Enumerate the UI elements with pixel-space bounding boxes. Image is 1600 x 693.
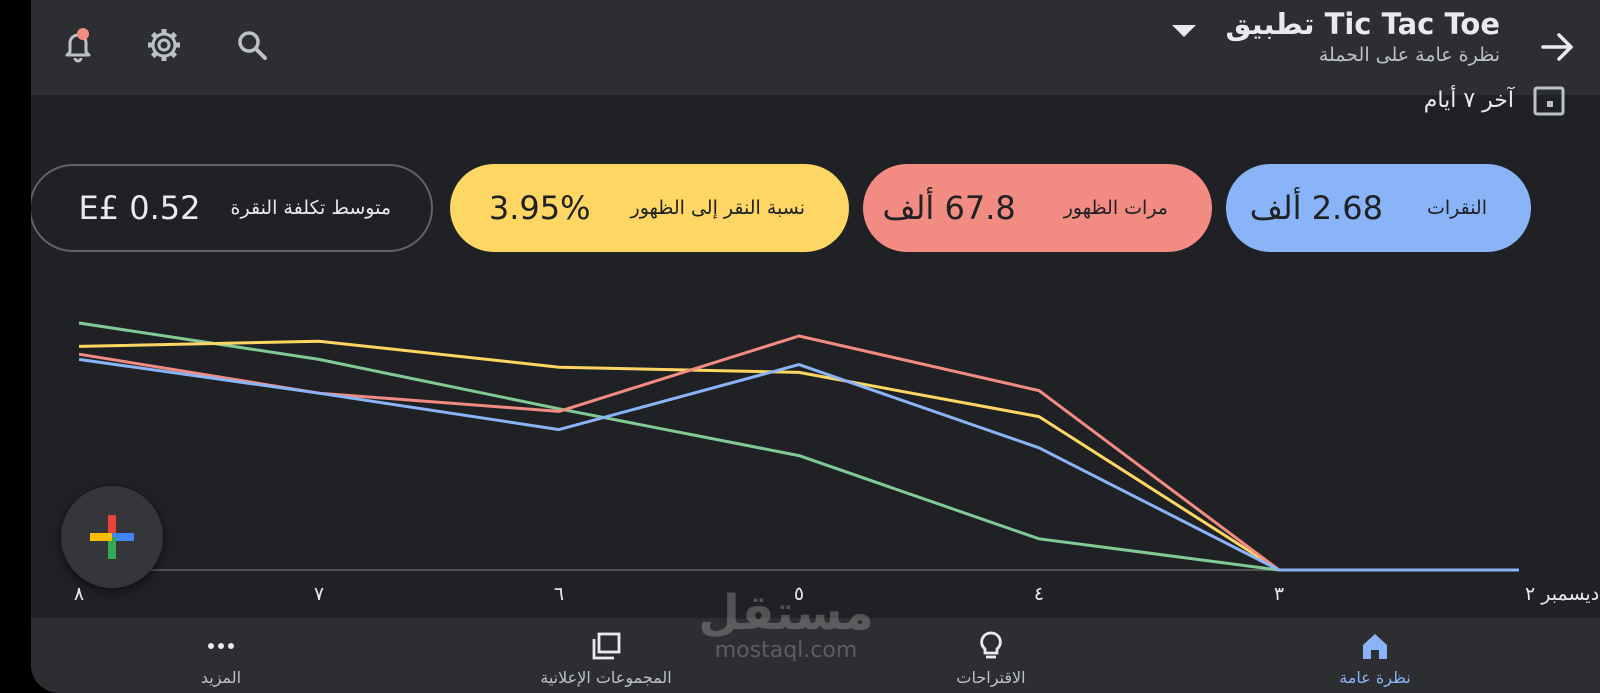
kpi-label: النقرات [1426,197,1487,219]
nav-more[interactable]: المزيد [121,618,321,693]
notification-badge [77,28,89,40]
gear-icon [148,29,180,61]
collections-icon [592,632,621,660]
caret-down-icon [1172,25,1196,37]
nav-label: نظرة عامة [1339,668,1411,687]
x-tick-label: ٧ [314,583,324,605]
kpi-value: E£ 0.52 [78,189,201,227]
kpi-impressions-chip[interactable]: مرات الظهور 67.8 ألف [863,164,1212,252]
kpi-label: متوسط تكلفة النقرة [230,197,391,219]
nav-label: الاقتراحات [956,668,1026,687]
top-app-bar: Tic Tac Toe تطبيق نظرة عامة على الحملة [31,0,1600,95]
lightbulb-icon [980,631,1002,659]
series-line-3 [78,357,1519,572]
date-range-label: آخر ٧ أيام [1423,87,1514,113]
plus-icon [90,515,134,559]
account-dropdown-button[interactable] [1169,20,1199,40]
app-title: Tic Tac Toe تطبيق [1225,7,1501,41]
create-fab[interactable] [61,486,163,588]
kpi-label: مرات الظهور [1063,197,1168,219]
series-layer [78,321,1519,572]
page-subtitle: نظرة عامة على الحملة [1318,44,1500,66]
performance-line-chart: ٨ ٧ ٦ ٥ ٤ ٣ ديسمبر ٢ [74,321,1599,605]
series-line-0 [78,321,1519,572]
app-screen: Tic Tac Toe تطبيق نظرة عامة على الحملة آ… [31,0,1600,693]
nav-label: المزيد [200,668,242,687]
notifications-button[interactable] [51,18,105,72]
nav-overview[interactable]: نظرة عامة [1275,618,1475,693]
date-range-selector[interactable]: آخر ٧ أيام [1424,82,1566,118]
bottom-navigation: نظرة عامة الاقتراحات المجموعات الإعلانية… [31,618,1600,693]
more-dots-icon [208,643,234,649]
kpi-cpc-chip[interactable]: متوسط تكلفة النقرة E£ 0.52 [31,164,433,252]
kpi-value: 3.95% [488,189,591,227]
kpi-value: 67.8 ألف [882,189,1016,227]
x-tick-label: ٦ [554,583,564,605]
nav-label: المجموعات الإعلانية [540,668,672,687]
x-tick-label: ٨ [74,583,84,605]
search-button[interactable] [225,18,279,72]
kpi-value: 2.68 ألف [1249,189,1383,227]
x-tick-label: ٣ [1274,583,1284,605]
home-icon [1363,634,1387,659]
title-block: Tic Tac Toe تطبيق نظرة عامة على الحملة [1226,4,1501,66]
x-tick-label: ٤ [1034,583,1044,605]
x-axis-ticks: ٨ ٧ ٦ ٥ ٤ ٣ ديسمبر ٢ [74,583,1599,605]
kpi-label: نسبة النقر إلى الظهور [630,197,805,219]
nav-ad-groups[interactable]: المجموعات الإعلانية [506,618,706,693]
search-icon [238,31,267,60]
calendar-icon [1533,86,1565,116]
settings-button[interactable] [137,18,191,72]
nav-recommendations[interactable]: الاقتراحات [891,618,1091,693]
kpi-ctr-chip[interactable]: نسبة النقر إلى الظهور 3.95% [450,164,849,252]
x-tick-label: ديسمبر ٢ [1525,583,1599,605]
arrow-forward-icon [1541,33,1573,61]
x-tick-label: ٥ [794,583,804,605]
kpi-clicks-chip[interactable]: النقرات 2.68 ألف [1226,164,1531,252]
back-button[interactable] [1532,22,1582,72]
